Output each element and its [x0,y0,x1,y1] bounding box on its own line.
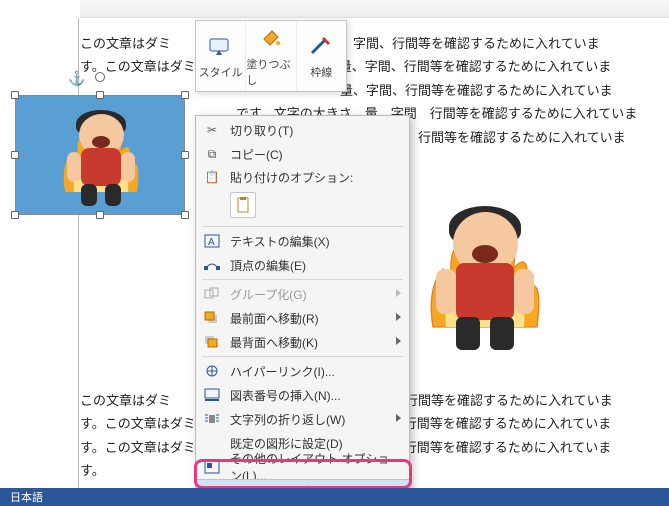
resize-handle[interactable] [181,211,189,219]
resize-handle[interactable] [181,151,189,159]
arm [436,269,457,314]
status-bar: 日本語 [0,488,669,506]
image-character-2[interactable] [420,200,550,350]
send-back-icon [202,333,222,351]
text-line: この文章はダミ 量、字間、行間等を確認するために入れていま [80,32,669,55]
leg [81,184,97,206]
paste-options-row [196,188,409,224]
paste-option-picture[interactable] [230,192,256,218]
mini-toolbar: スタイル 塗りつぶし 枠線 [195,20,347,92]
group-icon [202,285,222,303]
blank-icon [202,434,222,452]
submenu-arrow-icon [396,414,401,422]
svg-text:A: A [208,237,215,248]
resize-handle[interactable] [11,151,19,159]
resize-handle[interactable] [96,211,104,219]
caption-icon [202,386,222,404]
menu-label: 頂点の編集(E) [230,257,306,274]
menu-copy[interactable]: ⧉ コピー(C) [196,142,409,166]
anchor-icon: ⚓ [68,70,85,87]
page-margin [78,18,79,506]
submenu-arrow-icon [396,337,401,345]
menu-label: 図表番号の挿入(N)... [230,387,341,404]
menu-hyperlink[interactable]: ハイパーリンク(I)... [196,359,409,383]
toolbar-label: 塗りつぶし [246,56,295,88]
arm [121,152,135,182]
cut-icon: ✂ [202,121,222,139]
edit-text-icon: A [202,232,222,250]
copy-icon: ⧉ [202,145,222,163]
wrap-text-icon [202,410,222,428]
status-language: 日本語 [10,489,43,505]
menu-insert-caption[interactable]: 図表番号の挿入(N)... [196,383,409,407]
paste-icon: 📋 [202,168,222,186]
menu-group: グループ化(G) [196,282,409,306]
submenu-arrow-icon [396,313,401,321]
outline-icon [307,32,335,60]
menu-label: ハイパーリンク(I)... [230,363,335,380]
menu-paste-options-header: 📋 貼り付けのオプション: [196,166,409,188]
menu-label: 最前面へ移動(R) [230,310,319,327]
menu-label: テキストの編集(X) [230,233,330,250]
mouth [472,245,498,263]
menu-separator [202,279,403,280]
bring-front-icon [202,309,222,327]
menu-bring-to-front[interactable]: 最前面へ移動(R) [196,306,409,330]
menu-edit-points[interactable]: 頂点の編集(E) [196,253,409,277]
submenu-arrow-icon [396,289,401,297]
menu-label: 切り取り(T) [230,122,293,139]
image-character-1 [56,106,146,206]
menu-label: 既定の図形に設定(D) [230,435,343,452]
menu-label: 最背面へ移動(K) [230,334,318,351]
resize-handle[interactable] [11,211,19,219]
toolbar-label: スタイル [199,64,243,80]
menu-label: コピー(C) [230,146,283,163]
body [81,148,121,186]
resize-handle[interactable] [11,91,19,99]
menu-label: グループ化(G) [230,286,307,303]
arm [514,269,535,314]
context-menu: ✂ 切り取り(T) ⧉ コピー(C) 📋 貼り付けのオプション: A テキストの… [195,115,410,506]
mouth [92,136,110,148]
menu-text-wrap[interactable]: 文字列の折り返し(W) [196,407,409,431]
menu-label: 文字列の折り返し(W) [230,411,345,428]
leg [105,184,121,206]
menu-more-layout-options[interactable]: その他のレイアウト オプション(L)... [196,455,409,479]
layout-icon [202,458,222,476]
leg [456,317,479,350]
toolbar-label: 枠線 [310,64,332,80]
fill-icon [257,24,285,52]
menu-edit-text[interactable]: A テキストの編集(X) [196,229,409,253]
menu-separator [202,356,403,357]
resize-handle[interactable] [181,91,189,99]
rotate-handle[interactable] [95,72,105,82]
style-icon [207,32,235,60]
menu-send-to-back[interactable]: 最背面へ移動(K) [196,330,409,354]
hyperlink-icon [202,362,222,380]
menu-separator [202,226,403,227]
toolbar-outline-button[interactable]: 枠線 [297,21,346,91]
text-line: す。この文章はダミ 量、字間、行間等を確認するために入れていま [80,55,669,78]
edit-points-icon [202,256,222,274]
menu-label: 貼り付けのオプション: [230,169,353,186]
selected-image[interactable] [15,95,185,215]
resize-handle[interactable] [96,91,104,99]
menu-cut[interactable]: ✂ 切り取り(T) [196,118,409,142]
arm [67,152,81,182]
leg [490,317,513,350]
toolbar-style-button[interactable]: スタイル [196,21,246,91]
toolbar-fill-button[interactable]: 塗りつぶし [246,21,296,91]
body [456,263,513,320]
